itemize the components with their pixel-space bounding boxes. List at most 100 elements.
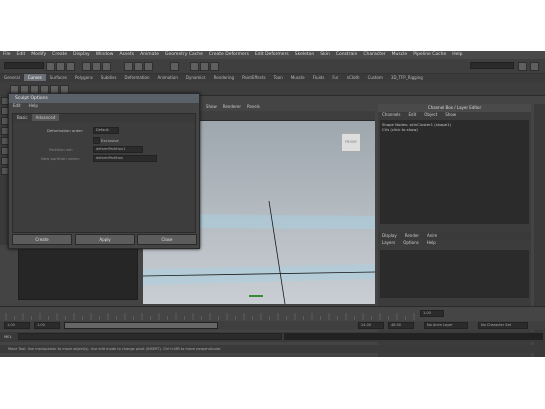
shelf-tab-12[interactable]: Fluids	[309, 74, 329, 81]
history-icon[interactable]	[170, 62, 179, 71]
dialog-tab-0[interactable]: Basic	[13, 114, 32, 121]
select-object-icon[interactable]	[92, 62, 101, 71]
shelf-tab-8[interactable]: Rendering	[210, 74, 238, 81]
create-button[interactable]: Create	[12, 234, 72, 245]
anim-layer-select[interactable]: No Anim Layer	[424, 322, 468, 329]
shelf-tab-16[interactable]: 3D_TFP_Rigging	[387, 74, 427, 81]
range-end-field[interactable]: 24.00	[358, 322, 384, 329]
attribute-editor-icon[interactable]	[518, 62, 527, 71]
shelf-tab-10[interactable]: Toon	[270, 74, 287, 81]
range-start-field[interactable]: 1.00	[34, 322, 60, 329]
command-line: MEL	[0, 332, 545, 342]
layer-tab-1[interactable]: Render	[401, 232, 423, 239]
ipr-render-icon[interactable]	[200, 62, 209, 71]
quick-select-field[interactable]	[470, 62, 514, 69]
dialog-menu-0[interactable]: Edit	[9, 103, 25, 108]
deformation-order-label: Deformation order:	[47, 128, 84, 133]
menu-item-10[interactable]: Edit Deformers	[252, 51, 292, 58]
save-scene-icon[interactable]	[66, 62, 75, 71]
maya-window: File Edit Modify Create Display Window Assets A…	[0, 51, 545, 357]
shelf-tab-6[interactable]: Animation	[154, 74, 182, 81]
layer-tab-0[interactable]: Display	[378, 232, 401, 239]
menu-item-11[interactable]: Skeleton	[292, 51, 317, 58]
new-partition-name-field[interactable]: deformPartition	[93, 155, 157, 162]
shelf-tab-11[interactable]: Muscle	[287, 74, 309, 81]
current-time-field[interactable]: 1.00	[420, 310, 444, 317]
shelf-tab-4[interactable]: Subdivs	[97, 74, 121, 81]
render-icon[interactable]	[190, 62, 199, 71]
main-menubar: File Edit Modify Create Display Window Assets A…	[0, 51, 545, 59]
shelf-tabs: General Curves Surfaces Polygons Subdivs Defo…	[0, 74, 545, 82]
sculpt-options-dialog: Sculpt Options Edit Help Basic Advanced De…	[8, 93, 200, 249]
partition-set-label: Partition set:	[49, 147, 74, 152]
status-line	[0, 59, 545, 74]
snap-point-icon[interactable]	[144, 62, 153, 71]
viewport-menu-4[interactable]: Renderer	[220, 104, 244, 109]
channel-menu-2[interactable]: Object	[420, 112, 441, 117]
shelf-tab-13[interactable]: Fur	[328, 74, 342, 81]
menu-item-15[interactable]: Muscle	[389, 51, 411, 58]
shelf-tab-2[interactable]: Surfaces	[46, 74, 71, 81]
open-scene-icon[interactable]	[56, 62, 65, 71]
channel-menu-0[interactable]: Channels	[378, 112, 405, 117]
layer-menu-2[interactable]: Help	[423, 240, 440, 245]
shelf-tab-15[interactable]: Custom	[364, 74, 387, 81]
plane-strip-near	[143, 264, 375, 285]
layer-menu-1[interactable]: Options	[399, 240, 422, 245]
layer-tab-2[interactable]: Anim	[423, 232, 441, 239]
partition-set-select[interactable]: deformPartition1	[93, 146, 143, 153]
channel-menu-3[interactable]: Show	[441, 112, 460, 117]
menu-item-7[interactable]: Animate	[137, 51, 162, 58]
dialog-menu-1[interactable]: Help	[25, 103, 42, 108]
shelf-tab-3[interactable]: Polygons	[71, 74, 97, 81]
shelf-tab-5[interactable]: Deformation	[121, 74, 154, 81]
snap-grid-icon[interactable]	[124, 62, 133, 71]
menu-item-9[interactable]: Create Deformers	[206, 51, 252, 58]
close-button[interactable]: Close	[137, 234, 197, 245]
layer-menu-0[interactable]: Layers	[378, 240, 399, 245]
exclusive-checkbox[interactable]	[93, 137, 100, 144]
menu-item-4[interactable]: Display	[70, 51, 93, 58]
menu-item-5[interactable]: Window	[93, 51, 117, 58]
select-component-icon[interactable]	[102, 62, 111, 71]
layer-list	[380, 250, 529, 298]
apply-button[interactable]: Apply	[75, 234, 135, 245]
menu-item-0[interactable]: File	[0, 51, 14, 58]
menu-item-8[interactable]: Geometry Cache	[162, 51, 206, 58]
new-scene-icon[interactable]	[46, 62, 55, 71]
view-cube[interactable]: FRONT	[341, 133, 361, 152]
channel-menu-1[interactable]: Edit	[405, 112, 421, 117]
shelf-tab-0[interactable]: General	[0, 74, 24, 81]
snap-curve-icon[interactable]	[134, 62, 143, 71]
menu-item-17[interactable]: Help	[449, 51, 465, 58]
shelf-tab-1[interactable]: Curves	[23, 74, 46, 81]
shelf-tab-14[interactable]: nCloth	[343, 74, 364, 81]
shelf-tab-9[interactable]: PaintEffects	[238, 74, 270, 81]
character-set-select[interactable]: No Character Set	[478, 322, 528, 329]
new-partition-name-label: New partition name:	[41, 156, 80, 161]
channel-box-icon[interactable]	[530, 62, 539, 71]
menu-item-1[interactable]: Edit	[14, 51, 29, 58]
render-settings-icon[interactable]	[210, 62, 219, 71]
menu-item-14[interactable]: Character	[360, 51, 388, 58]
menu-item-6[interactable]: Assets	[116, 51, 137, 58]
menu-item-3[interactable]: Create	[49, 51, 70, 58]
dialog-tab-1[interactable]: Advanced	[31, 114, 60, 121]
viewport-menu-5[interactable]: Panels	[244, 104, 263, 109]
menu-item-2[interactable]: Modify	[28, 51, 49, 58]
help-line: Move Tool: Use manipulator to move objec…	[0, 345, 545, 353]
menu-item-13[interactable]: Constrain	[333, 51, 361, 58]
select-hierarchy-icon[interactable]	[82, 62, 91, 71]
viewport-menu-3[interactable]: Show	[203, 104, 220, 109]
start-time-field[interactable]: 1.00	[4, 322, 30, 329]
mode-selector[interactable]	[4, 62, 44, 69]
channel-line-cvs[interactable]: CVs (click to show)	[382, 127, 527, 132]
shelf-tab-7[interactable]: Dynamics	[182, 74, 210, 81]
deformation-order-select[interactable]: Default	[93, 127, 119, 134]
range-bar[interactable]	[64, 322, 218, 329]
menu-item-16[interactable]: Pipeline Cache	[410, 51, 449, 58]
time-slider[interactable]: 1.00	[0, 306, 545, 321]
end-time-field[interactable]: 48.00	[388, 322, 414, 329]
menu-item-12[interactable]: Skin	[317, 51, 333, 58]
command-input[interactable]	[18, 333, 282, 340]
